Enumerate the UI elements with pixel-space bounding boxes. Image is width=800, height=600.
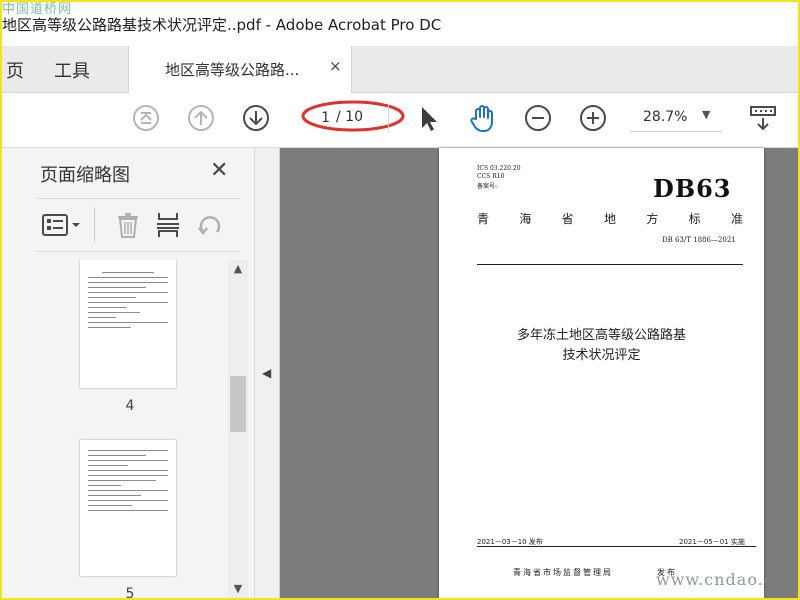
page-total: / 10 bbox=[336, 109, 363, 125]
tab-home[interactable]: 页 bbox=[6, 57, 24, 83]
delete-page-icon[interactable] bbox=[112, 209, 144, 241]
thumbnail-page-number: 4 bbox=[125, 398, 135, 414]
page-standard-code: DB63 bbox=[653, 174, 732, 203]
panel-toolbar-divider bbox=[94, 207, 95, 243]
page-ics: ICS 03.220.20 bbox=[477, 165, 521, 172]
insert-page-icon[interactable] bbox=[152, 209, 184, 241]
page-display-icon[interactable] bbox=[748, 103, 778, 133]
document-view[interactable]: ICS 03.220.20 CCS R10 备案号: DB63 青 海 省 地 … bbox=[280, 148, 798, 598]
window-titlebar: 地区高等级公路路基技术状况评定..pdf - Adobe Acrobat Pro… bbox=[2, 2, 798, 46]
window-title: 地区高等级公路路基技术状况评定..pdf - Adobe Acrobat Pro… bbox=[2, 16, 442, 34]
rotate-page-icon[interactable] bbox=[194, 209, 226, 241]
tab-document[interactable]: 地区高等级公路路... × bbox=[128, 46, 352, 93]
page-bottom-divider bbox=[477, 546, 756, 547]
thumbnail-page[interactable] bbox=[80, 440, 176, 576]
first-page-icon[interactable] bbox=[131, 103, 161, 133]
tab-close-icon[interactable]: × bbox=[329, 57, 342, 75]
page-number-input[interactable] bbox=[302, 108, 330, 128]
page-number-field[interactable] bbox=[302, 107, 332, 129]
hand-tool-icon[interactable] bbox=[468, 103, 498, 133]
chevron-down-icon: ▼ bbox=[702, 108, 711, 121]
tab-tools[interactable]: 工具 bbox=[54, 57, 90, 83]
watermark-bottom: www.cndao.c bbox=[656, 570, 774, 589]
main-toolbar: / 10 28.7% ▼ bbox=[2, 93, 798, 148]
pdf-page: ICS 03.220.20 CCS R10 备案号: DB63 青 海 省 地 … bbox=[439, 148, 764, 598]
close-icon[interactable]: ✕ bbox=[210, 158, 228, 183]
page-divider bbox=[477, 264, 743, 265]
page-filing: 备案号: bbox=[477, 183, 498, 190]
collapse-arrow-icon[interactable]: ◀ bbox=[262, 366, 271, 380]
tab-document-label: 地区高等级公路路... bbox=[165, 61, 300, 79]
zoom-select[interactable]: 28.7% ▼ bbox=[630, 105, 722, 132]
page-title-line1: 多年冻土地区高等级公路路基 bbox=[516, 328, 686, 343]
watermark-top: 中国道桥网 bbox=[2, 2, 73, 17]
tab-bar: 页 工具 地区高等级公路路... × bbox=[2, 46, 798, 93]
screenshot-frame: 中国道桥网 地区高等级公路路基技术状况评定..pdf - Adobe Acrob… bbox=[0, 0, 800, 600]
page-ccs: CCS R10 bbox=[477, 173, 505, 180]
prev-page-icon[interactable] bbox=[186, 103, 216, 133]
zoom-in-icon[interactable] bbox=[578, 103, 608, 133]
thumbnail-page[interactable] bbox=[80, 260, 176, 388]
scroll-up-icon[interactable]: ▲ bbox=[228, 262, 248, 278]
page-title-line2: 技术状况评定 bbox=[562, 348, 641, 363]
page-standard-type: 青 海 省 地 方 标 准 bbox=[477, 212, 743, 226]
thumbnails-panel: 页面缩略图 ✕ 4 5 ▲ ▼ bbox=[2, 148, 255, 598]
thumbnail-options-icon[interactable] bbox=[40, 209, 84, 241]
zoom-out-icon[interactable] bbox=[523, 103, 553, 133]
thumbnail-list: 4 5 bbox=[32, 260, 228, 598]
panel-toolbar bbox=[36, 198, 240, 252]
toolbar-divider bbox=[388, 105, 389, 133]
thumbnail-scrollbar[interactable]: ▲ ▼ bbox=[228, 260, 248, 598]
panel-collapse-strip[interactable]: ◀ bbox=[255, 148, 280, 598]
scroll-down-icon[interactable]: ▼ bbox=[228, 582, 248, 598]
scroll-thumb[interactable] bbox=[230, 376, 246, 432]
next-page-icon[interactable] bbox=[241, 103, 271, 133]
zoom-value: 28.7% bbox=[643, 109, 688, 125]
select-cursor-icon[interactable] bbox=[413, 103, 443, 133]
thumbnail-page-number: 5 bbox=[125, 586, 135, 598]
page-standard-number: DB 63/T 1886—2021 bbox=[662, 236, 736, 244]
page-issuer: 青海省市场监督管理局 bbox=[513, 568, 613, 577]
panel-title: 页面缩略图 bbox=[40, 165, 130, 186]
